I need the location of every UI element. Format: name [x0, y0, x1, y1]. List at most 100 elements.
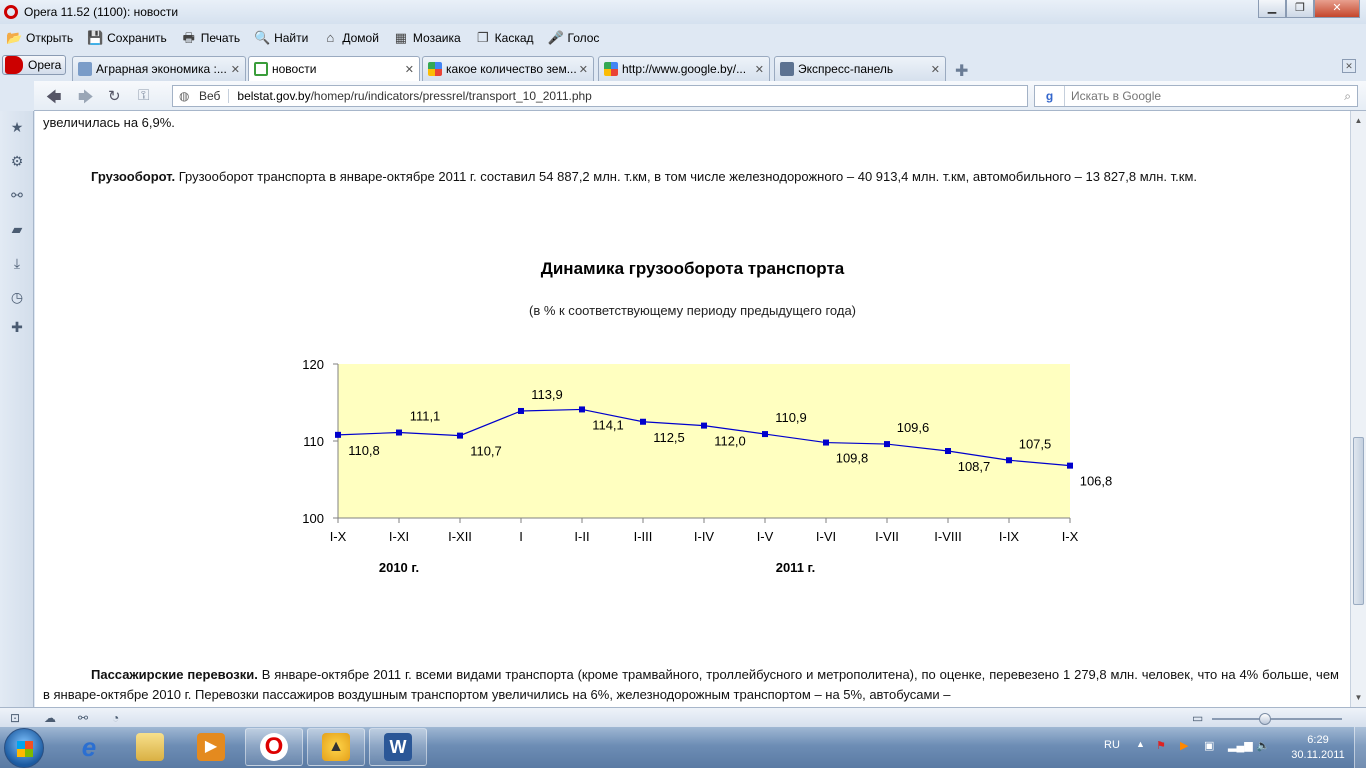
data-point: [884, 441, 890, 448]
ie-icon: e: [81, 732, 97, 762]
scroll-up-arrow-icon[interactable]: ▲: [1351, 113, 1366, 128]
key-icon[interactable]: ⚿: [138, 87, 149, 104]
scroll-down-arrow-icon[interactable]: ▼: [1351, 690, 1366, 705]
tab-close-icon[interactable]: ✕: [231, 63, 240, 76]
data-label: 113,9: [531, 387, 563, 402]
home-button[interactable]: ⌂ Домой: [322, 31, 379, 46]
minimize-button[interactable]: ▁: [1258, 0, 1286, 18]
forward-icon[interactable]: 🡆: [78, 87, 94, 112]
turbo-icon[interactable]: ◔: [112, 711, 119, 725]
address-field[interactable]: ◍ Веб belstat.gov.by/homep/ru/indicators…: [172, 85, 1028, 107]
data-point: [945, 448, 951, 455]
gear-icon[interactable]: ⚙: [9, 153, 25, 169]
chart-title: Динамика грузооборота транспорта: [540, 259, 845, 278]
zoom-out-icon[interactable]: ▭: [1192, 711, 1203, 725]
globe-icon: ◍: [179, 89, 190, 103]
taskbar-internet-explorer[interactable]: e: [60, 728, 118, 766]
data-point: [1067, 462, 1073, 469]
opera-menu-button[interactable]: Opera: [2, 55, 66, 75]
search-icon: 🔍: [254, 30, 271, 45]
tab-close-icon[interactable]: ✕: [579, 63, 588, 76]
reload-icon[interactable]: ↻: [108, 87, 121, 105]
back-icon[interactable]: 🡄: [46, 87, 62, 112]
history-clock-icon[interactable]: ◷: [9, 289, 25, 305]
data-point: [518, 407, 524, 414]
tab-close-icon[interactable]: ✕: [931, 63, 940, 76]
zoom-slider-handle[interactable]: [1259, 713, 1271, 725]
network-icon[interactable]: ▂▄▆: [1228, 739, 1253, 752]
zoom-slider-track[interactable]: [1212, 718, 1342, 720]
tab-google-by[interactable]: http://www.google.by/... ✕: [598, 56, 770, 81]
taskbar-app-yellow[interactable]: ▲: [307, 728, 365, 766]
data-label: 107,5: [1019, 436, 1052, 451]
print-button[interactable]: 🖶 Печать: [181, 31, 240, 46]
x-tick-label: I-VIII: [934, 529, 961, 544]
tab-close-icon[interactable]: ✕: [755, 63, 764, 76]
x-tick-label: I-IV: [694, 529, 715, 544]
tab-agrarian-economy[interactable]: Аграрная экономика :... ✕: [72, 56, 246, 81]
y-tick-label: 100: [302, 511, 324, 526]
unite-icon[interactable]: ⚯: [78, 711, 88, 725]
word-icon: W: [384, 733, 412, 761]
taskbar-word[interactable]: W: [369, 728, 427, 766]
bookmarks-star-icon[interactable]: ★: [9, 119, 25, 135]
x-tick-label: I-V: [757, 529, 774, 544]
save-button[interactable]: 💾 Сохранить: [87, 30, 167, 46]
scroll-thumb[interactable]: [1353, 437, 1364, 605]
save-icon: 💾: [87, 30, 104, 45]
speed-dial-icon: [780, 62, 794, 76]
url-text[interactable]: belstat.gov.by/homep/ru/indicators/press…: [237, 89, 591, 103]
data-point: [1006, 457, 1012, 464]
window-title: Opera 11.52 (1100): новости: [24, 5, 179, 19]
tab-news[interactable]: новости ✕: [248, 56, 420, 81]
add-panel-icon[interactable]: ✚: [9, 319, 25, 335]
tray-media-icon[interactable]: ▶: [1180, 739, 1188, 752]
search-icon[interactable]: ⌕: [1344, 89, 1351, 104]
tile-icon: ▦: [394, 30, 408, 45]
voice-button[interactable]: 🎤 Голос: [548, 31, 600, 46]
show-desktop-button[interactable]: [1354, 727, 1366, 768]
start-button[interactable]: [4, 728, 44, 768]
media-player-icon: ▶: [197, 733, 225, 761]
tray-expand-icon[interactable]: ▲: [1136, 739, 1145, 749]
maximize-button[interactable]: ❐: [1286, 0, 1314, 18]
site-info-label[interactable]: Веб: [199, 89, 230, 103]
freight-paragraph: Грузооборот. Грузооборот транспорта в ян…: [91, 169, 1198, 184]
x-tick-label: I-VI: [816, 529, 836, 544]
closed-tabs-icon[interactable]: ✕: [1342, 59, 1356, 73]
search-input[interactable]: [1071, 89, 1321, 103]
notes-icon[interactable]: ▰: [9, 221, 25, 237]
google-search-engine-icon[interactable]: g: [1035, 86, 1065, 106]
data-point: [640, 418, 646, 425]
cloud-icon[interactable]: ☁: [44, 711, 56, 725]
close-button[interactable]: ✕: [1314, 0, 1360, 18]
panel-toggle-icon[interactable]: ⊡: [10, 711, 20, 725]
passenger-paragraph: Пассажирские перевозки. В январе-октябре…: [43, 667, 1339, 702]
tab-close-icon[interactable]: ✕: [405, 63, 414, 76]
share-icon[interactable]: ⚯: [9, 187, 25, 203]
title-bar: Opera 11.52 (1100): новости ▁ ❐ ✕: [0, 0, 1366, 24]
taskbar-media-player[interactable]: ▶: [182, 728, 240, 766]
google-icon: [428, 62, 442, 76]
open-button[interactable]: 📂 Открыть: [6, 31, 73, 46]
x-tick-label: I: [519, 529, 523, 544]
new-tab-button[interactable]: ✚: [955, 61, 968, 81]
data-point: [823, 439, 829, 446]
address-toolbar: 🡄 🡆 ↻ ⚿ ◍ Веб belstat.gov.by/homep/ru/in…: [34, 81, 1366, 111]
system-clock[interactable]: 6:29 30.11.2011: [1288, 733, 1348, 763]
side-panel: ★ ⚙ ⚯ ▰ ⤓ ◷ ✚: [0, 111, 34, 707]
taskbar-opera[interactable]: O: [245, 728, 303, 766]
text-line: увеличилась на 6,9%.: [43, 115, 175, 130]
find-button[interactable]: 🔍 Найти: [254, 30, 308, 46]
language-indicator[interactable]: RU: [1104, 739, 1120, 751]
downloads-icon[interactable]: ⤓: [9, 255, 25, 271]
taskbar-explorer[interactable]: [121, 728, 179, 766]
cascade-button[interactable]: ❐ Каскад: [475, 31, 534, 46]
tile-button[interactable]: ▦ Мозаика: [393, 30, 461, 46]
tray-flag-icon[interactable]: ⚑: [1156, 739, 1166, 752]
tray-device-icon[interactable]: ▣: [1204, 739, 1214, 752]
volume-icon[interactable]: 🔈: [1256, 739, 1270, 752]
tab-speed-dial[interactable]: Экспресс-панель ✕: [774, 56, 946, 81]
tab-google-query[interactable]: какое количество зем... ✕: [422, 56, 594, 81]
vertical-scrollbar[interactable]: ▲ ▼: [1350, 111, 1366, 707]
